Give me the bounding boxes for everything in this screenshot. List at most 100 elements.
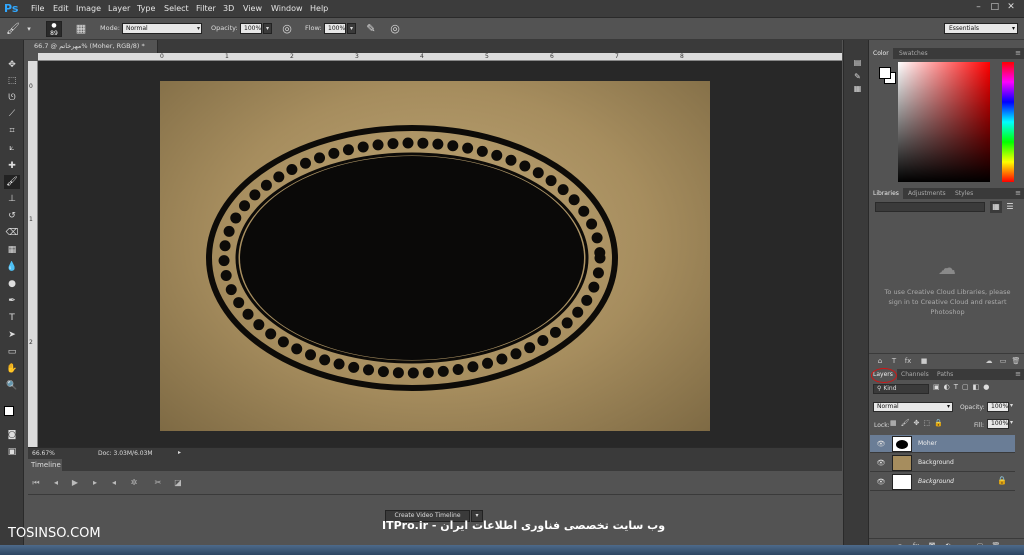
mode-select[interactable]: Normal ▾ xyxy=(122,23,202,34)
layer-style-icon[interactable]: fx xyxy=(903,356,913,366)
move-tool-icon[interactable]: ✥ xyxy=(4,58,20,72)
opacity-input[interactable]: 100% xyxy=(240,23,262,34)
fill-input[interactable]: 100% xyxy=(987,419,1009,429)
hand-tool-icon[interactable]: ✋ xyxy=(4,362,20,376)
layer-row-moher[interactable]: 👁 Moher xyxy=(870,435,1015,453)
chevron-down-icon[interactable]: ▾ xyxy=(1010,419,1018,429)
lasso-tool-icon[interactable]: ᘎ xyxy=(4,91,20,105)
status-menu-arrow-icon[interactable]: ▸ xyxy=(178,449,181,456)
crop-tool-icon[interactable]: ⌗ xyxy=(4,124,20,138)
flow-dropdown-icon[interactable]: ▾ xyxy=(347,23,356,34)
foreground-color-swatch[interactable] xyxy=(4,406,14,416)
menu-select[interactable]: Select xyxy=(164,4,189,13)
chevron-down-icon[interactable]: ▾ xyxy=(1010,402,1018,412)
add-graphic-icon[interactable]: ⌂ xyxy=(875,356,885,366)
layer-name[interactable]: Background xyxy=(918,459,954,466)
tab-channels[interactable]: Channels xyxy=(897,369,933,380)
layer-row-background-image[interactable]: 👁 Background xyxy=(870,454,1015,472)
new-library-icon[interactable]: ▭ xyxy=(998,356,1008,366)
menu-3d[interactable]: 3D xyxy=(223,4,234,13)
healing-brush-tool-icon[interactable]: ✚ xyxy=(4,159,20,173)
next-frame-icon[interactable]: ▸ xyxy=(89,477,101,489)
menu-type[interactable]: Type xyxy=(137,4,155,13)
close-button[interactable]: ✕ xyxy=(1004,2,1018,12)
hue-slider[interactable] xyxy=(1002,62,1014,182)
history-brush-tool-icon[interactable]: ↺ xyxy=(4,209,20,223)
type-tool-icon[interactable]: T xyxy=(4,311,20,325)
layer-filter-icons[interactable]: ▣◐T▢◧● xyxy=(933,383,1018,395)
zoom-tool-icon[interactable]: 🔍 xyxy=(4,379,20,393)
eyedropper-tool-icon[interactable]: ⟀ xyxy=(4,141,20,155)
color-icon[interactable]: ■ xyxy=(919,356,929,366)
tab-libraries[interactable]: Libraries xyxy=(869,188,903,199)
shape-tool-icon[interactable]: ▭ xyxy=(4,345,20,359)
tab-paths[interactable]: Paths xyxy=(933,369,957,380)
marquee-tool-icon[interactable]: ⬚ xyxy=(4,74,20,88)
eraser-tool-icon[interactable]: ⌫ xyxy=(4,226,20,240)
tab-adjustments[interactable]: Adjustments xyxy=(904,188,950,199)
layer-name[interactable]: Background xyxy=(918,478,954,485)
brush-panel-icon[interactable]: ▦ xyxy=(74,22,88,36)
minimize-button[interactable]: – xyxy=(972,2,986,12)
blur-tool-icon[interactable]: 💧 xyxy=(4,260,20,274)
visibility-eye-icon[interactable]: 👁 xyxy=(876,458,886,468)
zoom-level[interactable]: 66.67% xyxy=(32,450,55,457)
color-picker-field[interactable] xyxy=(898,62,990,182)
grid-view-icon[interactable]: ▦ xyxy=(990,201,1002,213)
dodge-tool-icon[interactable]: ● xyxy=(4,277,20,291)
timeline-tab[interactable]: Timeline xyxy=(28,459,62,471)
tab-color[interactable]: Color xyxy=(869,48,893,59)
screen-mode-icon[interactable]: ▣ xyxy=(4,445,20,459)
menu-image[interactable]: Image xyxy=(76,4,101,13)
gradient-tool-icon[interactable]: ▦ xyxy=(4,243,20,257)
workspace-select[interactable]: Essentials ▾ xyxy=(944,23,1018,34)
scissors-icon[interactable]: ✂ xyxy=(152,477,164,489)
list-view-icon[interactable]: ☰ xyxy=(1004,201,1016,213)
layers-opacity-input[interactable]: 100% xyxy=(987,402,1009,412)
menu-window[interactable]: Window xyxy=(271,4,303,13)
panel-menu-icon[interactable]: ≡ xyxy=(1015,48,1021,59)
brush-size-picker[interactable]: ● 89 xyxy=(46,21,62,37)
quick-select-tool-icon[interactable]: ⟋ xyxy=(4,107,20,121)
opacity-dropdown-icon[interactable]: ▾ xyxy=(263,23,272,34)
settings-gear-icon[interactable]: ✲ xyxy=(128,477,140,489)
history-panel-icon[interactable]: ▤ xyxy=(851,56,864,69)
cc-sync-icon[interactable]: ☁ xyxy=(984,356,994,366)
brush-tool-icon[interactable]: 🖌 xyxy=(6,22,20,36)
layer-name[interactable]: Moher xyxy=(918,440,937,447)
menu-file[interactable]: File xyxy=(31,4,44,13)
panel-menu-icon[interactable]: ≡ xyxy=(1015,188,1021,199)
clone-stamp-tool-icon[interactable]: ⊥ xyxy=(4,192,20,206)
library-select[interactable] xyxy=(875,202,985,212)
tool-preset-dropdown-icon[interactable]: ▾ xyxy=(22,22,36,36)
audio-icon[interactable]: ◂ xyxy=(108,477,120,489)
menu-view[interactable]: View xyxy=(243,4,262,13)
visibility-eye-icon[interactable]: 👁 xyxy=(876,439,886,449)
visibility-eye-icon[interactable]: 👁 xyxy=(876,477,886,487)
panel-menu-icon[interactable]: ≡ xyxy=(1015,369,1021,380)
foreground-color-swatch[interactable] xyxy=(879,67,891,79)
properties-icon[interactable]: ▦ xyxy=(851,82,864,95)
menu-layer[interactable]: Layer xyxy=(108,4,130,13)
airbrush-icon[interactable]: ✎ xyxy=(364,22,378,36)
kind-filter-select[interactable]: ⚲ Kind xyxy=(873,384,929,394)
brush-tool-icon[interactable]: 🖌 xyxy=(4,175,20,189)
play-icon[interactable]: ▶ xyxy=(69,477,81,489)
pressure-size-icon[interactable]: ◎ xyxy=(388,22,402,36)
blend-mode-select[interactable]: Normal ▾ xyxy=(873,402,953,412)
text-style-icon[interactable]: T xyxy=(889,356,899,366)
menu-help[interactable]: Help xyxy=(310,4,328,13)
lock-icons[interactable]: ▦🖌✥⬚🔒 xyxy=(890,419,950,429)
quick-mask-icon[interactable]: ◙ xyxy=(4,428,20,442)
transition-icon[interactable]: ◪ xyxy=(172,477,184,489)
document-canvas[interactable] xyxy=(160,81,710,431)
pressure-opacity-icon[interactable]: ◎ xyxy=(280,22,294,36)
document-tab[interactable]: 66.7 @ مهرخاتم% (Moher, RGB/8) * xyxy=(28,40,158,53)
maximize-button[interactable]: □ xyxy=(988,2,1002,12)
previous-frame-icon[interactable]: ◂ xyxy=(50,477,62,489)
first-frame-icon[interactable]: ⏮ xyxy=(30,477,42,489)
layer-row-background[interactable]: 👁 Background 🔒 xyxy=(870,473,1015,491)
flow-input[interactable]: 100% xyxy=(324,23,346,34)
tab-swatches[interactable]: Swatches xyxy=(895,48,932,59)
path-selection-tool-icon[interactable]: ➤ xyxy=(4,328,20,342)
